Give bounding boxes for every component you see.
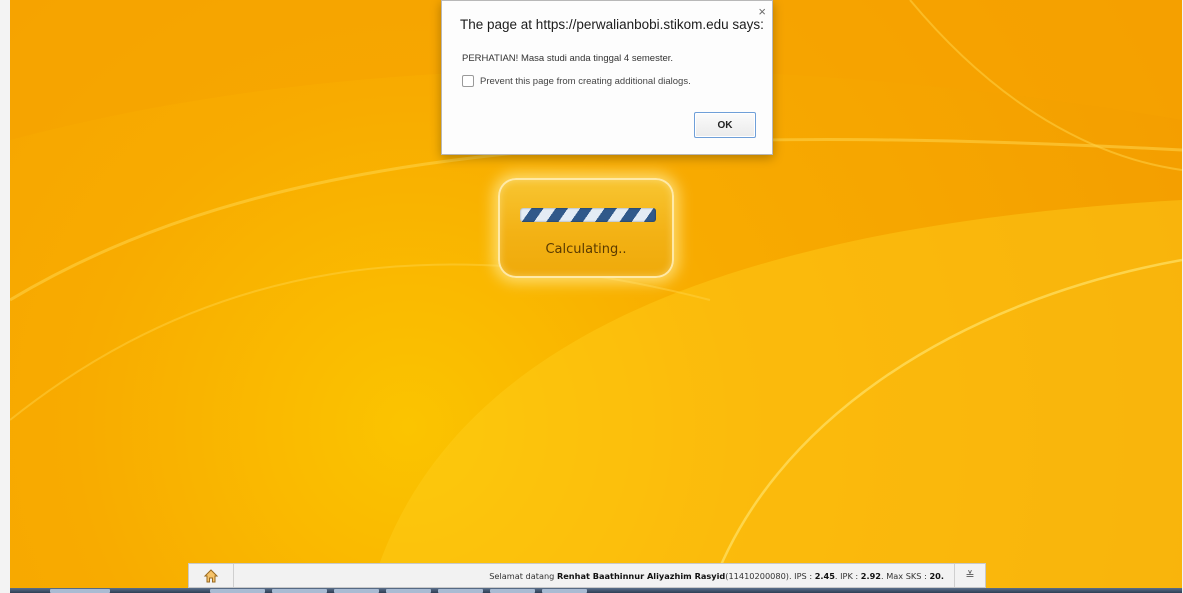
prevent-dialogs-checkbox[interactable] <box>462 75 474 87</box>
alert-dialog: The page at https://perwalianbobi.stikom… <box>441 0 773 155</box>
taskbar-button[interactable] <box>334 589 379 593</box>
ips-value: 2.45 <box>814 570 835 581</box>
taskbar-button[interactable] <box>542 589 587 593</box>
welcome-text: Selamat datang Renhat Baathinnur Aliyazh… <box>234 571 954 581</box>
welcome-prefix: Selamat datang <box>489 570 557 581</box>
progress-bar <box>520 208 656 222</box>
taskbar-button[interactable] <box>210 589 265 593</box>
dialog-title: The page at https://perwalianbobi.stikom… <box>460 17 764 32</box>
loading-text: Calculating.. <box>545 242 627 257</box>
max-sks-value: 20 <box>929 570 941 581</box>
prevent-dialogs-label: Prevent this page from creating addition… <box>480 75 691 87</box>
collapse-toggle[interactable]: ≚ <box>954 564 985 587</box>
home-button[interactable] <box>189 564 234 587</box>
taskbar-button[interactable] <box>386 589 431 593</box>
taskbar-button[interactable] <box>272 589 327 593</box>
student-name: Renhat Baathinnur Aliyazhim Rasyid <box>556 570 726 581</box>
student-nim: (11410200080). IPS : <box>725 570 815 581</box>
taskbar <box>10 588 1182 593</box>
prevent-dialogs-option[interactable]: Prevent this page from creating addition… <box>462 75 691 87</box>
loading-panel: Calculating.. <box>498 178 674 278</box>
taskbar-button[interactable] <box>50 589 110 593</box>
home-icon <box>203 568 219 582</box>
page-background: The page at https://perwalianbobi.stikom… <box>10 0 1182 593</box>
welcome-suffix: . <box>940 570 944 581</box>
ok-button[interactable]: OK <box>694 112 756 138</box>
taskbar-button[interactable] <box>438 589 483 593</box>
ipk-label: . IPK : <box>834 570 861 581</box>
status-bar: Selamat datang Renhat Baathinnur Aliyazh… <box>188 563 986 588</box>
ipk-value: 2.92 <box>860 570 881 581</box>
dialog-message: PERHATIAN! Masa studi anda tinggal 4 sem… <box>462 53 674 64</box>
taskbar-button[interactable] <box>490 589 535 593</box>
double-chevron-down-icon: ≚ <box>965 569 975 582</box>
max-sks-label: . Max SKS : <box>881 570 930 581</box>
close-icon[interactable]: × <box>758 5 766 18</box>
